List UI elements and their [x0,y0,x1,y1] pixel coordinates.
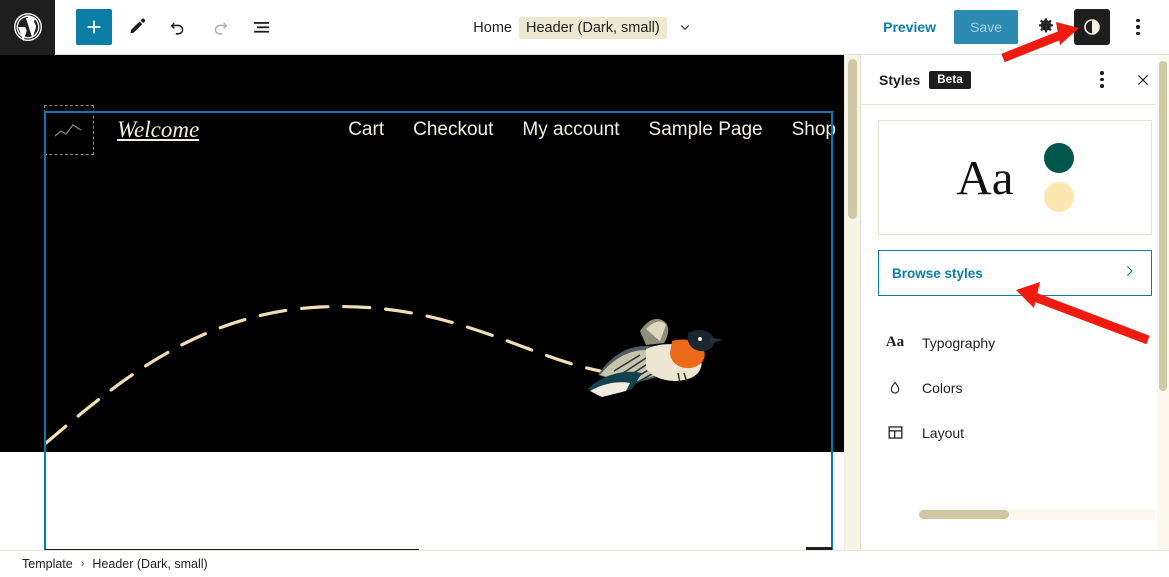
breadcrumb-separator: › [80,558,85,570]
beta-badge: Beta [929,70,971,89]
nav-item-cart[interactable]: Cart [348,119,384,141]
scrollbar-thumb[interactable] [1159,61,1167,391]
typography-aa-icon: Aa [885,334,905,350]
styles-sidebar-header: Styles Beta [861,55,1169,105]
kebab-menu-icon [1100,71,1104,88]
add-block-button[interactable] [76,9,112,45]
image-placeholder-icon[interactable] [44,105,94,155]
editor-canvas[interactable]: Welcome Cart Checkout My account Sample … [0,55,860,550]
undo-icon [170,22,184,35]
pencil-icon [130,18,146,34]
sidebar-vertical-scrollbar[interactable] [1157,55,1169,550]
top-bar-actions: Preview Save [875,9,1169,45]
styles-sidebar-body: Aa Browse styles Aa Typography Colors La… [861,105,1169,550]
scrollbar-thumb[interactable] [848,59,857,219]
undo-button[interactable] [160,9,196,45]
site-navigation: Cart Checkout My account Sample Page Sho… [348,119,836,141]
edit-tool-button[interactable] [118,9,154,45]
swatch-primary [1043,143,1074,173]
canvas-vertical-scrollbar[interactable] [844,55,860,550]
chevron-right-icon [1120,262,1138,285]
list-view-icon [254,22,269,33]
swatch-secondary [1043,182,1074,212]
gear-icon [1039,18,1053,33]
chevron-down-icon[interactable] [674,17,696,39]
styles-more-options-button[interactable] [1086,64,1118,96]
kebab-menu-icon [1136,18,1140,36]
styles-menu-label: Typography [922,334,996,351]
browse-styles-label: Browse styles [892,265,983,281]
document-home-label: Home [473,19,512,36]
flying-bird-illustration [588,318,723,397]
close-icon [1137,74,1149,85]
scrollbar-thumb[interactable] [919,510,1009,519]
editor-tools-group [55,9,280,45]
breadcrumb: Template › Header (Dark, small) [0,550,1169,577]
document-title-chip[interactable]: Header (Dark, small) [518,16,667,39]
canvas-content: Welcome Cart Checkout My account Sample … [0,55,860,550]
site-editor-app: Home Header (Dark, small) Preview Save W… [0,0,1169,577]
preview-sample-text: Aa [956,150,1014,205]
preview-color-swatches [1043,143,1074,212]
styles-menu: Aa Typography Colors Layout [878,320,1152,455]
breadcrumb-item-template[interactable]: Template [22,557,73,571]
styles-menu-item-typography[interactable]: Aa Typography [878,320,1152,365]
site-title[interactable]: Welcome [117,117,199,143]
droplet-icon [884,379,906,397]
close-styles-button[interactable] [1127,64,1159,96]
plus-icon [87,20,101,34]
styles-sidebar: Styles Beta Aa Browse styles Aa Typograp… [860,55,1169,550]
style-variation-preview[interactable]: Aa [878,120,1152,235]
styles-menu-item-layout[interactable]: Layout [878,410,1152,455]
dashed-flight-path-icon [44,304,602,445]
nav-item-shop[interactable]: Shop [792,119,836,141]
nav-item-my-account[interactable]: My account [522,119,619,141]
contrast-half-circle-icon [1084,19,1100,35]
nav-item-sample-page[interactable]: Sample Page [649,119,763,141]
browse-styles-button[interactable]: Browse styles [878,250,1152,296]
layout-panel-icon [884,423,906,442]
site-header-row: Welcome Cart Checkout My account Sample … [44,100,836,160]
settings-button[interactable] [1028,9,1064,45]
breadcrumb-item-current[interactable]: Header (Dark, small) [92,557,207,571]
styles-menu-label: Layout [922,424,965,441]
editor-top-bar: Home Header (Dark, small) Preview Save [0,0,1169,55]
styles-panel-title: Styles [879,71,921,88]
styles-menu-label: Colors [922,379,963,396]
styles-menu-item-colors[interactable]: Colors [878,365,1152,410]
header-template-part[interactable]: Welcome Cart Checkout My account Sample … [0,55,860,452]
preview-button[interactable]: Preview [875,13,944,41]
redo-icon [214,22,228,35]
styles-button[interactable] [1074,9,1110,45]
redo-button[interactable] [202,9,238,45]
horizontal-scrollbar[interactable] [919,509,1155,520]
more-options-button[interactable] [1120,9,1156,45]
editor-body: Welcome Cart Checkout My account Sample … [0,55,1169,550]
nav-item-checkout[interactable]: Checkout [413,119,493,141]
save-button[interactable]: Save [954,10,1018,44]
wordpress-logo-icon[interactable] [0,0,55,55]
list-view-button[interactable] [244,9,280,45]
